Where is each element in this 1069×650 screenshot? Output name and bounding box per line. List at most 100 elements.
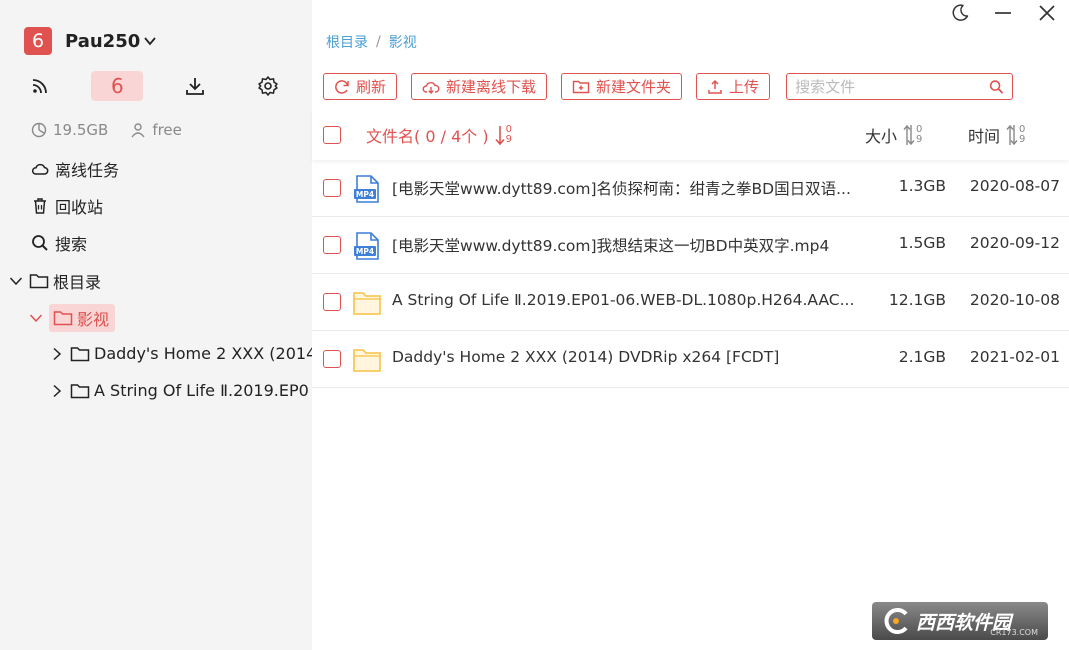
watermark-subtext: CR173.COM [990, 628, 1038, 637]
cloud-download-icon [422, 81, 440, 94]
tree-child-item[interactable]: A String Of Life Ⅱ.2019.EP0 [50, 381, 309, 400]
menu-search[interactable]: 搜索 [31, 231, 87, 255]
storage-stat: 19.5GB [31, 121, 108, 139]
breadcrumb-separator: / [376, 34, 381, 50]
close-icon [1039, 5, 1055, 21]
menu-recycle-bin[interactable]: 回收站 [31, 194, 103, 218]
close-button[interactable] [1034, 2, 1060, 24]
top-nav: 6 [18, 70, 290, 102]
tree-root[interactable]: 根目录 [9, 269, 101, 293]
breadcrumb-root[interactable]: 根目录 [326, 32, 368, 52]
chevron-down-icon[interactable] [9, 274, 23, 288]
table-row[interactable]: MP4 [电影天堂www.dytt89.com]名侦探柯南：绀青之拳BD国日双语… [312, 160, 1069, 217]
row-checkbox[interactable] [323, 293, 341, 311]
file-time: 2020-08-07 [969, 177, 1060, 195]
sort-icon[interactable]: 0 9 [1006, 123, 1025, 147]
search-icon [32, 235, 48, 251]
new-offline-download-label: 新建离线下载 [446, 78, 537, 96]
upload-icon [708, 79, 722, 94]
folder-icon [70, 346, 90, 361]
row-checkbox[interactable] [323, 350, 341, 368]
files-nav-label: 6 [110, 74, 124, 98]
sort-bottom-number: 9 [505, 134, 512, 145]
table-header: 文件名( 0 / 4个 ) 0 9 大小 0 9 时间 0 9 [312, 110, 1069, 160]
file-size: 1.5GB [898, 234, 946, 252]
tree-child-label: A String Of Life Ⅱ.2019.EP0 [94, 381, 309, 400]
download-button[interactable] [173, 71, 217, 101]
app-logo: 6 [24, 27, 52, 55]
refresh-label: 刷新 [356, 78, 387, 96]
refresh-button[interactable]: 刷新 [323, 73, 398, 100]
size-column-header[interactable]: 大小 0 9 [865, 123, 922, 147]
upload-label: 上传 [729, 78, 760, 96]
toolbar: 刷新 新建离线下载 新建文件夹 上传 [323, 73, 1014, 100]
sort-icon[interactable]: 0 9 [903, 123, 922, 147]
brand: 6 Pau250 [24, 27, 157, 55]
chevron-down-icon[interactable] [29, 311, 43, 325]
row-checkbox[interactable] [323, 236, 341, 254]
menu-recycle-bin-label: 回收站 [55, 198, 104, 217]
table-row[interactable]: A String Of Life Ⅱ.2019.EP01-06.WEB-DL.1… [312, 274, 1069, 331]
name-column-header[interactable]: 文件名( 0 / 4个 ) 0 9 [366, 123, 512, 147]
folder-icon [70, 383, 90, 398]
folder-add-icon [572, 80, 590, 93]
rss-button[interactable] [18, 71, 62, 101]
tree-child-label: Daddy's Home 2 XXX (2014 [94, 344, 312, 363]
sort-desc-icon[interactable]: 0 9 [494, 124, 512, 146]
watermark: 西西软件园 CR173.COM [872, 602, 1048, 640]
menu-offline-tasks-label: 离线任务 [55, 161, 120, 180]
size-header-label: 大小 [865, 127, 898, 146]
table-row[interactable]: MP4 [电影天堂www.dytt89.com]我想结束这一切BD中英双字.mp… [312, 217, 1069, 274]
tree-current[interactable]: 影视 [29, 304, 116, 332]
username: Pau250 [65, 30, 141, 52]
watermark-logo-icon [884, 608, 908, 634]
breadcrumb-current[interactable]: 影视 [389, 32, 417, 52]
download-icon [185, 78, 204, 95]
file-name[interactable]: [电影天堂www.dytt89.com]名侦探柯南：绀青之拳BD国日双语... [392, 177, 857, 199]
upload-button[interactable]: 上传 [696, 73, 771, 100]
new-folder-button[interactable]: 新建文件夹 [561, 73, 683, 100]
file-size: 2.1GB [898, 348, 946, 366]
folder-icon [353, 349, 381, 372]
settings-button[interactable] [246, 71, 290, 101]
folder-icon [29, 274, 49, 289]
sort-bottom-number: 9 [916, 134, 923, 145]
select-all-checkbox[interactable] [323, 126, 341, 144]
file-name[interactable]: [电影天堂www.dytt89.com]我想结束这一切BD中英双字.mp4 [392, 234, 857, 256]
table-row[interactable]: Daddy's Home 2 XXX (2014) DVDRip x264 [F… [312, 331, 1069, 388]
gear-icon [258, 76, 278, 96]
new-offline-download-button[interactable]: 新建离线下载 [411, 73, 548, 100]
row-checkbox[interactable] [323, 179, 341, 197]
moon-icon [952, 4, 969, 21]
search-box[interactable] [786, 73, 1014, 100]
folder-icon [353, 292, 381, 315]
account-stats: 19.5GB free [31, 121, 204, 139]
file-size: 1.3GB [898, 177, 946, 195]
file-name[interactable]: A String Of Life Ⅱ.2019.EP01-06.WEB-DL.1… [392, 291, 857, 309]
file-time: 2020-09-12 [969, 234, 1060, 252]
sidebar: 6 Pau250 6 19.5GB free 离线任务 回收站 搜索 根目录 影… [0, 0, 312, 650]
time-column-header[interactable]: 时间 0 9 [968, 123, 1025, 147]
user-icon [131, 123, 145, 138]
chevron-right-icon[interactable] [50, 347, 64, 361]
account-switcher[interactable]: Pau250 [65, 31, 157, 52]
files-nav-button[interactable]: 6 [91, 71, 144, 101]
sort-bottom-number: 9 [1019, 134, 1026, 145]
tree-root-label: 根目录 [53, 273, 102, 292]
new-folder-label: 新建文件夹 [596, 78, 672, 96]
minimize-icon [995, 12, 1011, 14]
menu-offline-tasks[interactable]: 离线任务 [31, 157, 119, 181]
search-input[interactable] [795, 77, 990, 96]
tree-child-item[interactable]: Daddy's Home 2 XXX (2014 [50, 344, 312, 363]
file-name[interactable]: Daddy's Home 2 XXX (2014) DVDRip x264 [F… [392, 348, 857, 366]
breadcrumb: 根目录 / 影视 [326, 32, 417, 52]
dark-mode-toggle[interactable] [947, 2, 973, 24]
rss-icon [32, 79, 47, 94]
search-icon[interactable] [989, 79, 1004, 95]
chevron-right-icon[interactable] [50, 384, 64, 398]
minimize-button[interactable] [990, 2, 1016, 24]
plan-stat: free [130, 121, 182, 139]
tree-current-selected[interactable]: 影视 [49, 304, 116, 332]
storage-used: 19.5GB [53, 121, 109, 139]
tree-current-label: 影视 [77, 310, 110, 329]
